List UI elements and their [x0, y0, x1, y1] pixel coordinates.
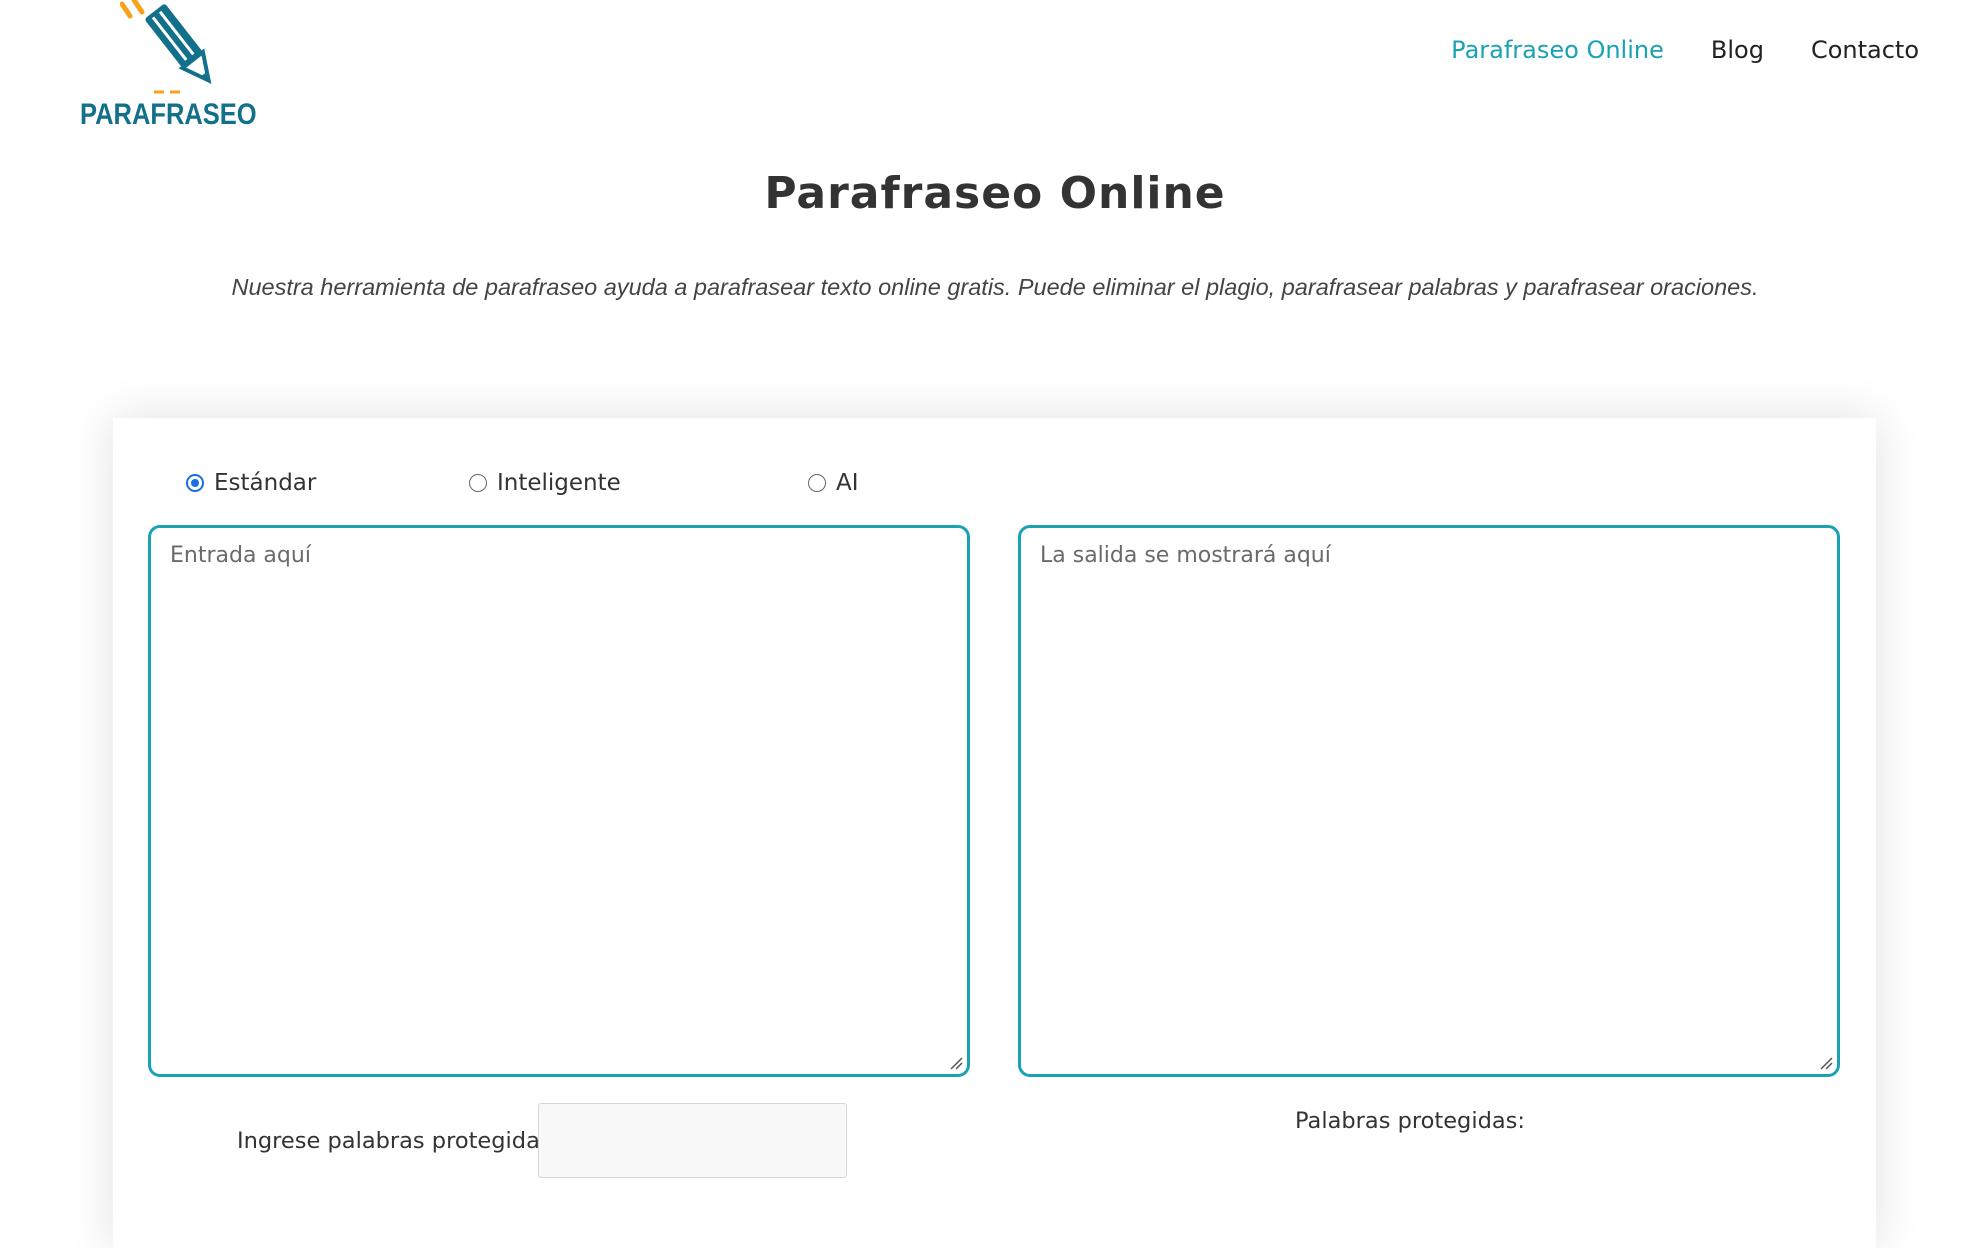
mode-inteligente-label: Inteligente	[497, 470, 621, 496]
output-placeholder: La salida se mostrará aquí	[1040, 543, 1331, 568]
mode-ai-label: AI	[836, 470, 859, 496]
pencil-logo-icon	[120, 0, 212, 94]
output-textarea[interactable]: La salida se mostrará aquí	[1018, 525, 1840, 1077]
mode-inteligente-radio[interactable]	[469, 474, 487, 492]
main-nav: Parafraseo Online Blog Contacto	[1451, 36, 1919, 64]
paraphrase-card: Estándar Inteligente AI Entrada aquí La …	[113, 418, 1876, 1248]
resize-grip-icon[interactable]	[949, 1056, 963, 1070]
mode-ai[interactable]: AI	[808, 470, 859, 496]
mode-estandar[interactable]: Estándar	[186, 470, 316, 496]
page-title: Parafraseo Online	[764, 168, 1226, 219]
site-logo[interactable]: PARAFRASEO	[80, 0, 257, 140]
input-placeholder: Entrada aquí	[170, 543, 311, 568]
page-description: Nuestra herramienta de parafraseo ayuda …	[231, 274, 1759, 300]
resize-grip-icon[interactable]	[1819, 1056, 1833, 1070]
mode-estandar-label: Estándar	[214, 470, 317, 496]
nav-blog[interactable]: Blog	[1711, 36, 1764, 64]
input-textarea[interactable]: Entrada aquí	[148, 525, 970, 1077]
mode-ai-radio[interactable]	[808, 474, 826, 492]
protected-words-input[interactable]	[538, 1103, 847, 1178]
nav-contacto[interactable]: Contacto	[1811, 36, 1919, 64]
nav-parafraseo-online[interactable]: Parafraseo Online	[1451, 36, 1664, 64]
mode-estandar-radio[interactable]	[186, 474, 204, 492]
protected-words-list-label: Palabras protegidas:	[1295, 1108, 1525, 1134]
logo-wordmark: PARAFRASEO	[80, 98, 257, 131]
protected-words-input-label: Ingrese palabras protegidas:	[237, 1128, 560, 1154]
mode-inteligente[interactable]: Inteligente	[469, 470, 621, 496]
